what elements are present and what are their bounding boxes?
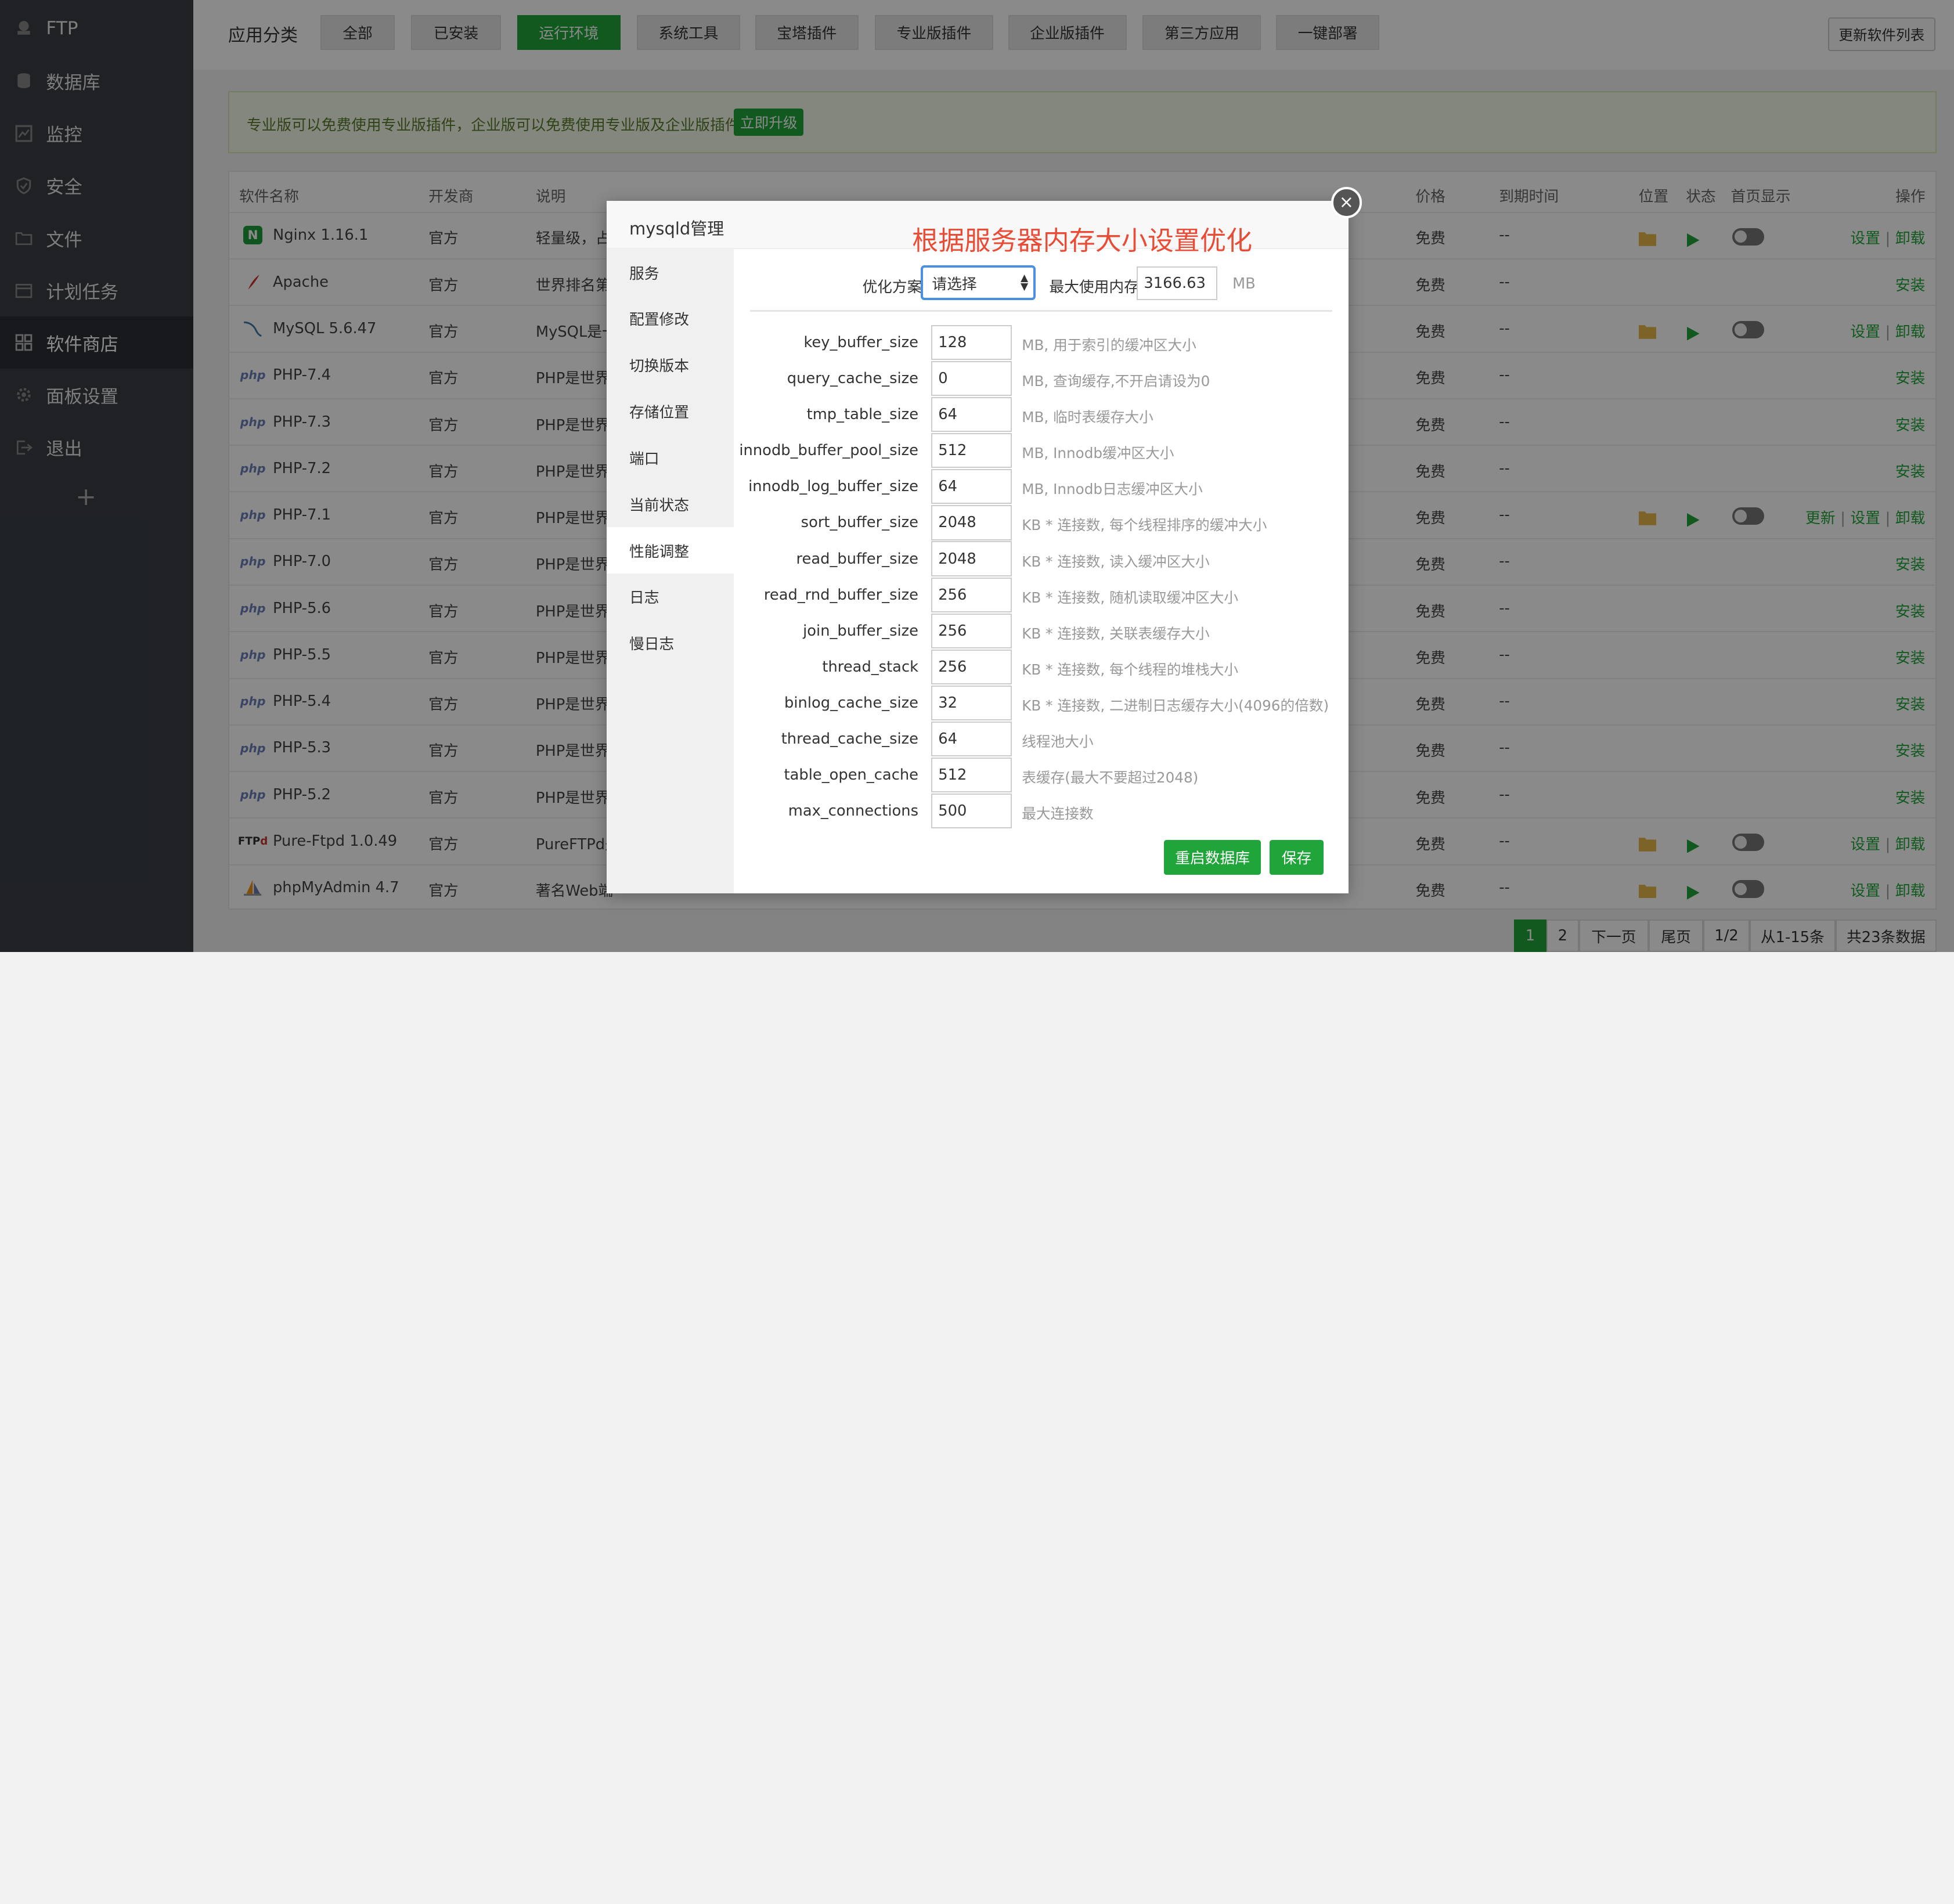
divider: [750, 310, 1332, 312]
max-memory-input[interactable]: 3166.63: [1136, 266, 1218, 301]
param-description: 最大连接数: [1022, 805, 1094, 822]
param-input[interactable]: 2048: [931, 505, 1012, 540]
param-input[interactable]: 2048: [931, 541, 1012, 576]
modal-tab[interactable]: 端口: [607, 435, 734, 481]
param-label: thread_cache_size: [781, 730, 919, 748]
param-input[interactable]: 500: [931, 793, 1012, 828]
param-description: MB, Innodb缓冲区大小: [1022, 445, 1174, 462]
modal-tab[interactable]: 慢日志: [607, 620, 734, 666]
restart-database-button[interactable]: 重启数据库: [1163, 839, 1261, 875]
modal-tab[interactable]: 切换版本: [607, 342, 734, 388]
param-label: binlog_cache_size: [784, 694, 919, 712]
mysqld-modal: mysqld管理 根据服务器内存大小设置优化 服务 配置修改 切换版本 存储位置 端口当…: [607, 200, 1349, 894]
param-label: max_connections: [788, 802, 919, 820]
modal-tab[interactable]: 存储位置: [607, 388, 734, 434]
param-label: thread_stack: [822, 658, 919, 676]
save-button[interactable]: 保存: [1270, 839, 1324, 875]
modal-tab[interactable]: 当前状态: [607, 481, 734, 527]
param-label: key_buffer_size: [803, 334, 919, 352]
modal-tab[interactable]: 配置修改: [607, 295, 734, 341]
param-label: read_buffer_size: [796, 550, 919, 568]
param-description: MB, Innodb日志缓冲区大小: [1022, 481, 1203, 498]
annotation-text: 根据服务器内存大小设置优化: [912, 225, 1253, 256]
optimization-label: 优化方案: [862, 279, 922, 297]
modal-tab[interactable]: 性能调整: [607, 527, 734, 574]
param-label: sort_buffer_size: [801, 514, 919, 532]
param-description: KB * 连接数, 每个线程排序的缓冲大小: [1022, 517, 1267, 534]
param-label: tmp_table_size: [806, 406, 919, 424]
param-input[interactable]: 64: [931, 469, 1012, 504]
param-label: query_cache_size: [787, 370, 919, 388]
max-memory-label: 最大使用内存: [1049, 279, 1139, 297]
param-description: 线程池大小: [1022, 733, 1094, 750]
param-description: MB, 查询缓存,不开启请设为0: [1022, 373, 1210, 390]
param-input[interactable]: 512: [931, 757, 1012, 792]
param-input[interactable]: 0: [931, 361, 1012, 396]
param-label: table_open_cache: [784, 766, 919, 784]
param-description: KB * 连接数, 读入缓冲区大小: [1022, 553, 1210, 570]
modal-title: mysqld管理: [629, 219, 724, 239]
param-description: KB * 连接数, 随机读取缓冲区大小: [1022, 589, 1239, 606]
param-description: MB, 用于索引的缓冲区大小: [1022, 337, 1196, 354]
param-label: read_rnd_buffer_size: [763, 586, 919, 604]
close-icon[interactable]: ×: [1331, 186, 1362, 218]
param-description: 表缓存(最大不要超过2048): [1022, 769, 1199, 786]
param-input[interactable]: 256: [931, 577, 1012, 612]
param-description: MB, 临时表缓存大小: [1022, 409, 1153, 426]
param-description: KB * 连接数, 二进制日志缓存大小(4096的倍数): [1022, 697, 1329, 714]
param-input[interactable]: 64: [931, 721, 1012, 756]
param-input[interactable]: 512: [931, 433, 1012, 468]
param-label: join_buffer_size: [803, 622, 919, 640]
param-input[interactable]: 128: [931, 325, 1012, 360]
optimization-select[interactable]: 请选择 ▲ ▼: [921, 265, 1036, 301]
param-label: innodb_log_buffer_size: [748, 478, 919, 496]
max-memory-unit: MB: [1232, 275, 1256, 293]
param-input[interactable]: 32: [931, 685, 1012, 720]
param-input[interactable]: 64: [931, 397, 1012, 432]
modal-tab[interactable]: 服务: [607, 249, 734, 295]
modal-tabs: 服务 配置修改 切换版本 存储位置 端口 当前状态 性能调整 日志 慢日志: [607, 249, 734, 894]
select-arrows-icon: ▲ ▼: [1021, 272, 1029, 293]
param-description: KB * 连接数, 每个线程的堆栈大小: [1022, 661, 1239, 678]
param-description: KB * 连接数, 关联表缓存大小: [1022, 625, 1210, 642]
param-input[interactable]: 256: [931, 649, 1012, 684]
param-input[interactable]: 256: [931, 613, 1012, 648]
optimization-select-value: 请选择: [932, 275, 977, 293]
param-label: innodb_buffer_pool_size: [739, 442, 919, 460]
modal-tab[interactable]: 日志: [607, 574, 734, 619]
